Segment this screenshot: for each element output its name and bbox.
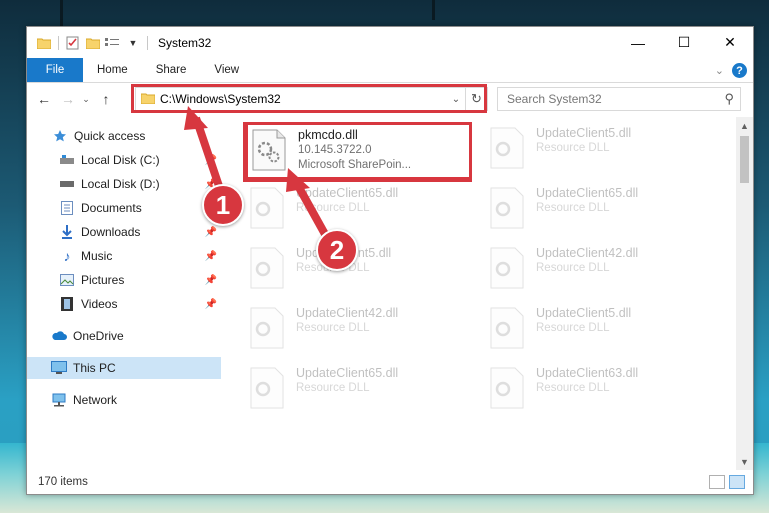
step-badge-1: 1 — [202, 184, 244, 226]
annotation-arrows — [184, 106, 330, 238]
step-badge-2: 2 — [316, 229, 358, 271]
arrow-2-shaft — [292, 180, 330, 238]
arrow-1-head — [184, 106, 208, 130]
arrow-2-head — [286, 168, 310, 192]
